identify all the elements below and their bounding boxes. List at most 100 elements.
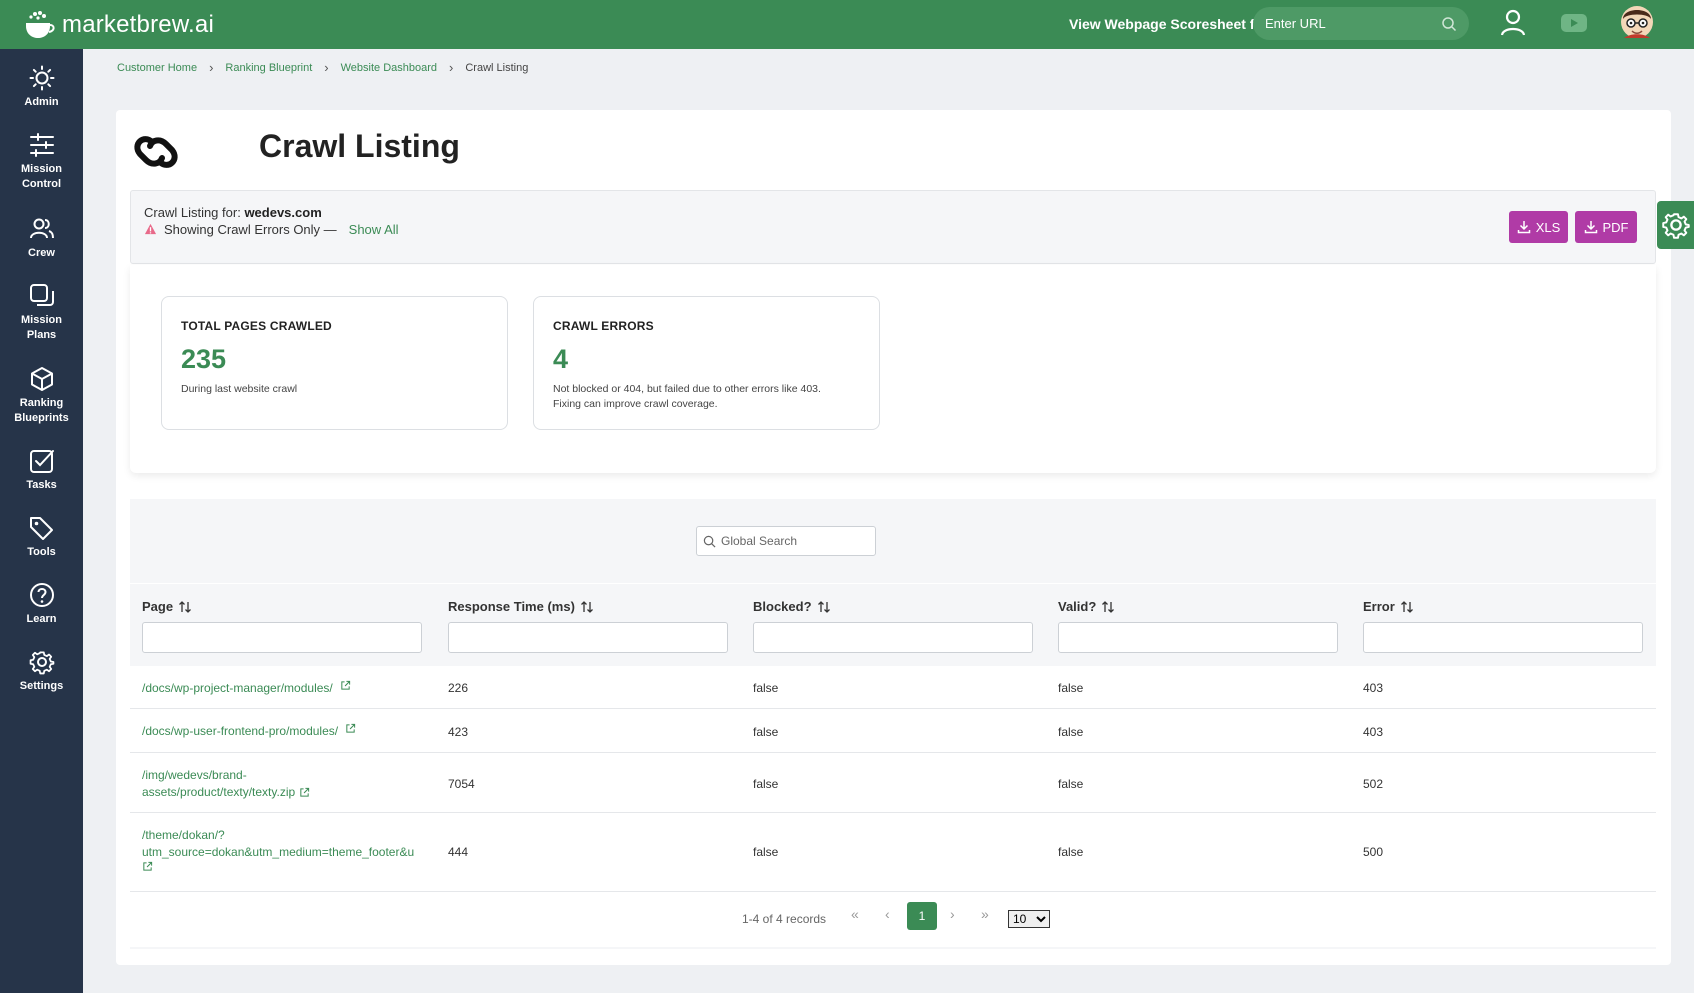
page-1-button[interactable]: 1 [907,902,937,930]
sidebar-item-crew[interactable]: Crew [0,216,83,261]
page-url-part: utm_source=dokan&utm_medium=theme_footer… [142,845,415,859]
page-url-part: assets/product/texty/texty.zip [142,785,296,799]
breadcrumb: Customer Home › Ranking Blueprint › Webs… [117,60,528,75]
stat-desc: Not blocked or 404, but failed due to ot… [553,382,873,412]
sidebar-item-learn[interactable]: Learn [0,582,83,627]
global-search-box[interactable] [696,526,876,556]
sidebar-item-mission-control[interactable]: Mission Control [0,132,83,192]
sidebar-item-admin[interactable]: Admin [0,65,83,110]
page-link[interactable]: /docs/wp-project-manager/modules/ [142,680,437,697]
page-url-cont: assets/product/texty/texty.zip [142,784,437,801]
page-url: /theme/dokan/? [142,828,225,842]
brand[interactable]: marketbrew.ai [22,10,214,40]
column-label: Valid? [1058,599,1097,614]
table-row: /theme/dokan/? utm_source=dokan&utm_medi… [130,813,1656,892]
chevron-right-icon: › [449,60,454,75]
last-page-button[interactable]: » [981,906,989,922]
sun-icon [29,65,54,91]
tag-icon [29,517,53,540]
filter-input-valid[interactable] [1058,622,1338,653]
stat-desc-line: Not blocked or 404, but failed due to ot… [553,383,821,395]
page-link[interactable]: /docs/wp-user-frontend-pro/modules/ [142,723,437,740]
page-size-select[interactable]: 10 [1008,910,1050,928]
blocked-cell: false [753,725,779,739]
external-link-icon[interactable] [142,861,153,872]
external-link-icon[interactable] [340,680,351,691]
error-cell: 403 [1363,681,1384,695]
sort-icon[interactable] [1101,600,1115,614]
filter-line: Showing Crawl Errors Only — Show All [144,222,399,237]
sidebar-item-ranking-blueprints[interactable]: Ranking Blueprints [0,366,83,426]
search-icon[interactable] [1441,16,1457,32]
export-xls-button[interactable]: XLS [1509,211,1568,243]
top-bar: marketbrew.ai View Webpage Scoresheet fo… [0,0,1694,49]
crawl-for-line: Crawl Listing for: wedevs.com [144,205,322,220]
sidebar-label: Ranking [19,397,64,409]
page-link[interactable]: /img/wedevs/brand- assets/product/texty/… [142,767,437,801]
error-cell: 403 [1363,725,1384,739]
url-input[interactable] [1265,16,1441,31]
column-label: Page [142,599,174,614]
sidebar-item-mission-plans[interactable]: Mission Plans [0,283,83,343]
sidebar-item-tools[interactable]: Tools [0,515,83,560]
column-header-page[interactable]: Page [142,599,192,614]
page-link[interactable]: /theme/dokan/? utm_source=dokan&utm_medi… [142,827,437,878]
breadcrumb-ranking-blueprint[interactable]: Ranking Blueprint [225,62,312,74]
crawl-table-panel: Page Response Time (ms) Blocked? Valid? … [130,499,1656,949]
sidebar-item-tasks[interactable]: Tasks [0,448,83,493]
crawl-domain: wedevs.com [244,205,322,220]
download-icon [1584,221,1597,234]
sidebar-label: Mission [21,314,62,326]
blocked-cell: false [753,681,779,695]
valid-cell: false [1058,725,1084,739]
stat-value: 235 [181,344,227,374]
breadcrumb-website-dashboard[interactable]: Website Dashboard [341,62,437,74]
sort-icon[interactable] [817,600,831,614]
column-header-valid[interactable]: Valid? [1058,599,1115,614]
sidebar-label: Control [21,178,62,190]
filter-input-response-time[interactable] [448,622,728,653]
filter-input-error[interactable] [1363,622,1643,653]
sort-icon[interactable] [1400,600,1414,614]
table-header: Page Response Time (ms) Blocked? Valid? … [130,583,1656,665]
filter-input-blocked[interactable] [753,622,1033,653]
sidebar-label: Admin [24,96,59,108]
sidebar-label: Learn [26,613,57,625]
column-header-response-time[interactable]: Response Time (ms) [448,599,594,614]
first-page-button[interactable]: « [851,906,859,922]
user-icon[interactable] [1500,8,1526,38]
page-url: /docs/wp-user-frontend-pro/modules/ [142,724,339,738]
global-search-input[interactable] [721,534,861,548]
total-pages-card: TOTAL PAGES CRAWLED 235 During last webs… [161,296,508,430]
records-count: 1-4 of 4 records [742,912,827,926]
stats-panel: TOTAL PAGES CRAWLED 235 During last webs… [130,265,1656,473]
column-header-error[interactable]: Error [1363,599,1414,614]
sidebar-label: Mission [21,163,62,175]
sidebar-item-settings[interactable]: Settings [0,649,83,694]
table-row: /docs/wp-project-manager/modules/ 226 fa… [130,666,1656,709]
copy-icon [29,284,54,306]
warning-icon [144,223,157,235]
xls-label: XLS [1535,219,1561,235]
column-header-blocked[interactable]: Blocked? [753,599,831,614]
external-link-icon[interactable] [345,723,356,734]
avatar[interactable] [1620,3,1654,41]
next-page-button[interactable]: › [950,906,955,922]
show-all-link[interactable]: Show All [349,222,399,237]
filter-input-page[interactable] [142,622,422,653]
settings-tab-button[interactable] [1657,201,1694,249]
url-search-box[interactable] [1253,7,1469,40]
sort-icon[interactable] [178,600,192,614]
crawl-for-label: Crawl Listing for: [144,205,241,220]
filter-text: Showing Crawl Errors Only — [164,222,337,237]
stat-value: 4 [553,344,569,374]
youtube-icon[interactable] [1560,12,1588,34]
external-link-icon[interactable] [299,787,310,798]
export-pdf-button[interactable]: PDF [1575,211,1637,243]
prev-page-button[interactable]: ‹ [885,906,890,922]
breadcrumb-current: Crawl Listing [465,61,529,74]
breadcrumb-customer-home[interactable]: Customer Home [117,62,197,74]
download-icon [1517,221,1530,234]
checkbox-icon [29,450,54,473]
sort-icon[interactable] [580,600,594,614]
